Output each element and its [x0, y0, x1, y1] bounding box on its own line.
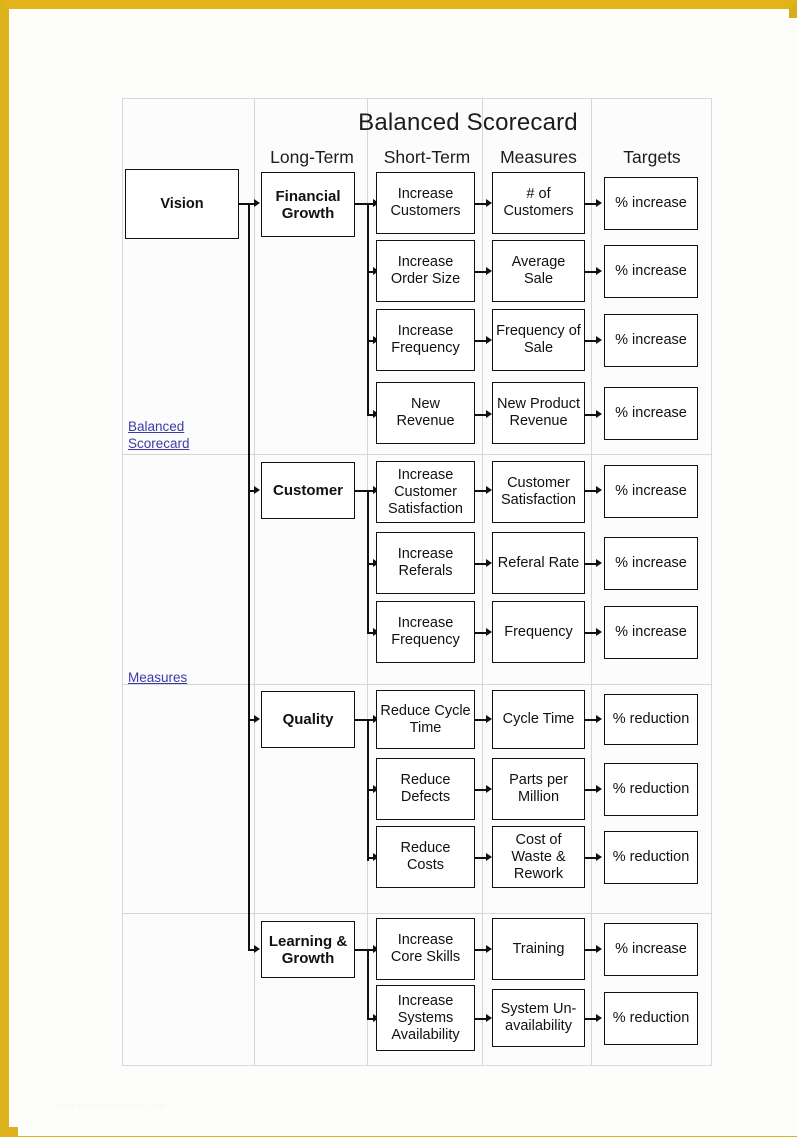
sidebar-link-balanced-scorecard[interactable]: Balanced Scorecard — [128, 418, 238, 452]
column-rule-1 — [254, 99, 255, 1065]
column-header-short-term: Short-Term — [383, 147, 471, 167]
node-measure-qua-3[interactable]: Cost of Waste & Rework — [492, 826, 585, 888]
arrowhead-fin-3-target — [596, 336, 602, 344]
arrowhead-cus-3-target — [596, 628, 602, 636]
node-objective-fin-3[interactable]: Increase Frequency — [376, 309, 475, 371]
column-rule-3 — [482, 99, 483, 1065]
node-measure-fin-4[interactable]: New Product Revenue — [492, 382, 585, 444]
node-target-cus-2[interactable]: % increase — [604, 537, 698, 590]
trunk-vision-spine — [248, 203, 250, 951]
node-target-fin-4[interactable]: % increase — [604, 387, 698, 440]
arrowhead-financial-growth — [254, 199, 260, 207]
arrowhead-quality — [254, 715, 260, 723]
node-target-qua-1[interactable]: % reduction — [604, 694, 698, 745]
node-objective-cus-3[interactable]: Increase Frequency — [376, 601, 475, 663]
arrowhead-customer — [254, 486, 260, 494]
page-frame: Balanced Scorecard Long-Term Short-Term … — [0, 0, 797, 1137]
arrowhead-qua-3-target — [596, 853, 602, 861]
watermark-text: www.templates-office.com — [56, 1101, 166, 1111]
arrowhead-cus-1-target — [596, 486, 602, 494]
node-target-fin-2[interactable]: % increase — [604, 245, 698, 298]
spine-financial-growth — [367, 203, 369, 414]
arrowhead-cus-2-target — [596, 559, 602, 567]
node-perspective-financial-growth[interactable]: Financial Growth — [261, 172, 355, 237]
node-perspective-customer[interactable]: Customer — [261, 462, 355, 519]
node-measure-lrn-2[interactable]: System Un-availability — [492, 989, 585, 1047]
node-objective-fin-4[interactable]: New Revenue — [376, 382, 475, 444]
node-target-lrn-1[interactable]: % increase — [604, 923, 698, 976]
balanced-scorecard-table: Balanced Scorecard Long-Term Short-Term … — [122, 98, 712, 1066]
node-objective-qua-1[interactable]: Reduce Cycle Time — [376, 690, 475, 749]
row-rule-quality-learning — [123, 913, 711, 914]
page-title: Balanced Scorecard — [358, 109, 578, 136]
page-canvas: Balanced Scorecard Long-Term Short-Term … — [18, 18, 797, 1136]
node-measure-cus-1[interactable]: Customer Satisfaction — [492, 461, 585, 523]
arrowhead-learning-growth — [254, 945, 260, 953]
column-header-targets: Targets — [623, 147, 681, 167]
arrowhead-fin-4-target — [596, 410, 602, 418]
node-target-qua-2[interactable]: % reduction — [604, 763, 698, 816]
node-perspective-learning-growth[interactable]: Learning & Growth — [261, 921, 355, 978]
node-measure-fin-1[interactable]: # of Customers — [492, 172, 585, 234]
node-measure-qua-1[interactable]: Cycle Time — [492, 690, 585, 749]
arrowhead-fin-1-target — [596, 199, 602, 207]
column-header-measures: Measures — [500, 147, 577, 167]
arrowhead-fin-2-target — [596, 267, 602, 275]
node-objective-cus-2[interactable]: Increase Referals — [376, 532, 475, 594]
node-objective-lrn-2[interactable]: Increase Systems Availability — [376, 985, 475, 1051]
arrowhead-lrn-1-target — [596, 945, 602, 953]
row-rule-financial-customer — [123, 454, 711, 455]
node-measure-cus-3[interactable]: Frequency — [492, 601, 585, 663]
node-objective-cus-1[interactable]: Increase Customer Satisfaction — [376, 461, 475, 523]
arrowhead-lrn-2-target — [596, 1014, 602, 1022]
node-measure-cus-2[interactable]: Referal Rate — [492, 532, 585, 594]
node-measure-fin-2[interactable]: Average Sale — [492, 240, 585, 302]
node-target-qua-3[interactable]: % reduction — [604, 831, 698, 884]
node-measure-fin-3[interactable]: Frequency of Sale — [492, 309, 585, 371]
node-target-cus-1[interactable]: % increase — [604, 465, 698, 518]
node-target-fin-1[interactable]: % increase — [604, 177, 698, 230]
arrowhead-qua-2-target — [596, 785, 602, 793]
node-objective-fin-1[interactable]: Increase Customers — [376, 172, 475, 234]
node-objective-qua-2[interactable]: Reduce Defects — [376, 758, 475, 820]
node-objective-fin-2[interactable]: Increase Order Size — [376, 240, 475, 302]
node-measure-qua-2[interactable]: Parts per Million — [492, 758, 585, 820]
node-perspective-quality[interactable]: Quality — [261, 691, 355, 748]
spine-learning-growth — [367, 949, 369, 1018]
node-target-lrn-2[interactable]: % reduction — [604, 992, 698, 1045]
column-rule-4 — [591, 99, 592, 1065]
sidebar-link-measures[interactable]: Measures — [128, 669, 238, 686]
spine-customer — [367, 490, 369, 632]
arrowhead-qua-1-target — [596, 715, 602, 723]
node-target-cus-3[interactable]: % increase — [604, 606, 698, 659]
node-vision[interactable]: Vision — [125, 169, 239, 239]
column-header-long-term: Long-Term — [270, 147, 354, 167]
node-objective-lrn-1[interactable]: Increase Core Skills — [376, 918, 475, 980]
node-objective-qua-3[interactable]: Reduce Costs — [376, 826, 475, 888]
node-target-fin-3[interactable]: % increase — [604, 314, 698, 367]
node-measure-lrn-1[interactable]: Training — [492, 918, 585, 980]
